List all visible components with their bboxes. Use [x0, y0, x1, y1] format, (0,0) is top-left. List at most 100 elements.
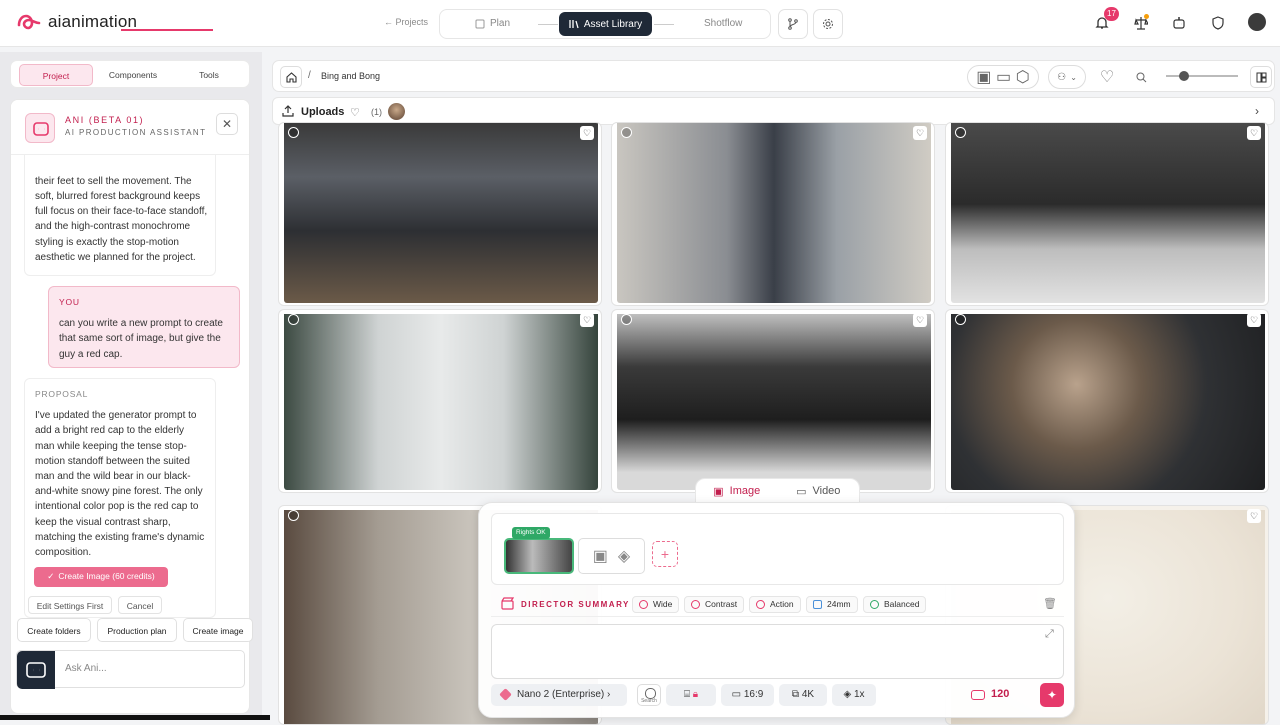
generate-button[interactable]: ✦ [1040, 683, 1064, 707]
logo-icon [17, 14, 41, 30]
nav-connector [654, 24, 674, 25]
chip-lens[interactable]: 24mm [806, 596, 858, 613]
uploads-count: (1) [371, 107, 382, 117]
asset-tile[interactable]: ♡ [611, 122, 935, 306]
resolution-selector[interactable]: ⧉ 4K [779, 684, 827, 706]
create-image-quick-button[interactable]: Create image [183, 618, 253, 642]
heart-icon[interactable]: ♡ [580, 126, 594, 140]
edit-settings-button[interactable]: Edit Settings First [28, 596, 112, 614]
tab-components[interactable]: Components [97, 64, 169, 86]
tab-plan[interactable]: Plan [475, 10, 510, 38]
layout-toggle-icon[interactable] [1250, 66, 1272, 88]
user-avatar-icon[interactable] [1248, 13, 1266, 31]
heart-icon[interactable]: ♡ [1247, 509, 1261, 523]
home-icon[interactable] [280, 66, 302, 88]
logo[interactable]: aianimation [16, 12, 137, 32]
tab-shotflow[interactable]: Shotflow [704, 10, 742, 38]
wide-icon [639, 600, 648, 609]
tab-asset-library[interactable]: Asset Library [559, 12, 652, 36]
heart-icon[interactable]: ♡ [350, 106, 360, 119]
director-summary: DIRECTOR SUMMARY Wide Contrast Action 24… [491, 591, 1064, 617]
select-checkbox[interactable] [621, 314, 632, 325]
branch-icon [788, 18, 798, 30]
tab-asset-library-label: Asset Library [583, 18, 643, 30]
create-image-button[interactable]: ✓ Create Image (60 credits) [34, 567, 168, 587]
aspect-ratio-selector[interactable]: ▭ 16:9 [721, 684, 774, 706]
chip-balanced[interactable]: Balanced [863, 596, 927, 613]
chevron-right-icon[interactable]: › [1255, 104, 1259, 118]
select-checkbox[interactable] [288, 314, 299, 325]
chip-contrast[interactable]: Contrast [684, 596, 745, 613]
lens-icon [813, 600, 822, 609]
layers-icon[interactable]: ◈ [618, 546, 630, 566]
select-checkbox[interactable] [288, 510, 299, 521]
cancel-button[interactable]: Cancel [118, 596, 162, 614]
heart-icon[interactable]: ♡ [1247, 126, 1261, 140]
uploads-folder[interactable]: Uploads ♡ (1) › [272, 97, 1275, 125]
branch-button[interactable] [778, 9, 808, 39]
safety-toggle[interactable]: ⌸ 🔒︎ [666, 684, 716, 706]
select-checkbox[interactable] [955, 314, 966, 325]
bottom-strip [0, 715, 270, 720]
zoom-slider[interactable] [1166, 75, 1238, 77]
chip-label: Wide [653, 599, 673, 609]
plan-icon [475, 19, 485, 29]
shield-icon[interactable] [1209, 14, 1227, 32]
balance-icon [870, 600, 879, 609]
back-to-projects-link[interactable]: ← Projects [384, 17, 428, 27]
asset-tile[interactable]: ♡ [611, 309, 935, 493]
active-tab-indicator [121, 29, 213, 31]
cube-filter-icon[interactable]: ⬡ [1016, 67, 1030, 87]
heart-icon[interactable]: ♡ [1247, 313, 1261, 327]
assistant-subtitle: AI PRODUCTION ASSISTANT [65, 128, 207, 137]
ask-placeholder: Ask Ani... [65, 663, 107, 674]
trash-icon[interactable]: 🗑 [1043, 597, 1057, 610]
expand-icon[interactable]: ⤢ [1045, 628, 1054, 641]
select-checkbox[interactable] [955, 127, 966, 138]
assistant-message: their feet to sell the movement. The sof… [24, 148, 216, 276]
zoom-slider-handle[interactable] [1179, 71, 1189, 81]
chip-wide[interactable]: Wide [632, 596, 680, 613]
add-reference-button[interactable]: + [652, 541, 678, 567]
asset-tile[interactable]: ♡ [278, 309, 602, 493]
image-icon[interactable]: ▣ [593, 546, 608, 566]
library-icon [569, 20, 579, 29]
nav-connector [538, 24, 558, 25]
select-checkbox[interactable] [288, 127, 299, 138]
lock-icon: 🔒︎ [692, 689, 699, 700]
heart-icon[interactable]: ♡ [913, 313, 927, 327]
select-checkbox[interactable] [621, 127, 632, 138]
video-mode-tab[interactable]: ▭ Video [778, 479, 860, 503]
close-icon[interactable]: ✕ [216, 113, 238, 135]
asset-tile[interactable]: ♡ [945, 122, 1269, 306]
chip-action[interactable]: Action [749, 596, 801, 613]
video-icon: ▭ [796, 485, 807, 498]
ask-input[interactable]: Ask Ani... [16, 650, 245, 689]
heart-icon[interactable]: ♡ [580, 313, 594, 327]
robot-icon[interactable] [1170, 14, 1188, 32]
assistant-header: ANI (BETA 01) AI PRODUCTION ASSISTANT ✕ [11, 100, 249, 155]
image-mode-tab[interactable]: ▣ Image [696, 479, 778, 503]
prompt-input[interactable]: ⤢ [491, 624, 1064, 679]
heart-icon[interactable]: ♡ [913, 126, 927, 140]
search-icon[interactable] [1133, 69, 1149, 85]
count-selector[interactable]: ◈ 1x [832, 684, 876, 706]
create-folders-button[interactable]: Create folders [17, 618, 91, 642]
image-mode-label: Image [729, 485, 761, 497]
image-filter-icon[interactable]: ▣ [976, 67, 991, 87]
asset-tile[interactable]: ♡ [945, 309, 1269, 493]
tab-project[interactable]: Project [19, 64, 93, 86]
heart-filter-icon[interactable]: ♡ [1099, 69, 1115, 86]
tab-tools[interactable]: Tools [173, 64, 245, 86]
asset-image [617, 123, 931, 303]
settings-button[interactable] [813, 9, 843, 39]
production-plan-button[interactable]: Production plan [97, 618, 177, 642]
video-filter-icon[interactable]: ▭ [996, 67, 1011, 87]
asset-tile[interactable]: ♡ [278, 122, 602, 306]
people-filter[interactable]: ⚇ ⌄ [1048, 65, 1086, 89]
breadcrumb-project[interactable]: Bing and Bong [321, 71, 380, 81]
reference-thumbnail[interactable] [504, 538, 574, 574]
model-selector[interactable]: Nano 2 (Enterprise) › [491, 684, 627, 706]
check-icon: ✓ [47, 571, 55, 582]
search-toggle[interactable]: Search [637, 684, 661, 706]
